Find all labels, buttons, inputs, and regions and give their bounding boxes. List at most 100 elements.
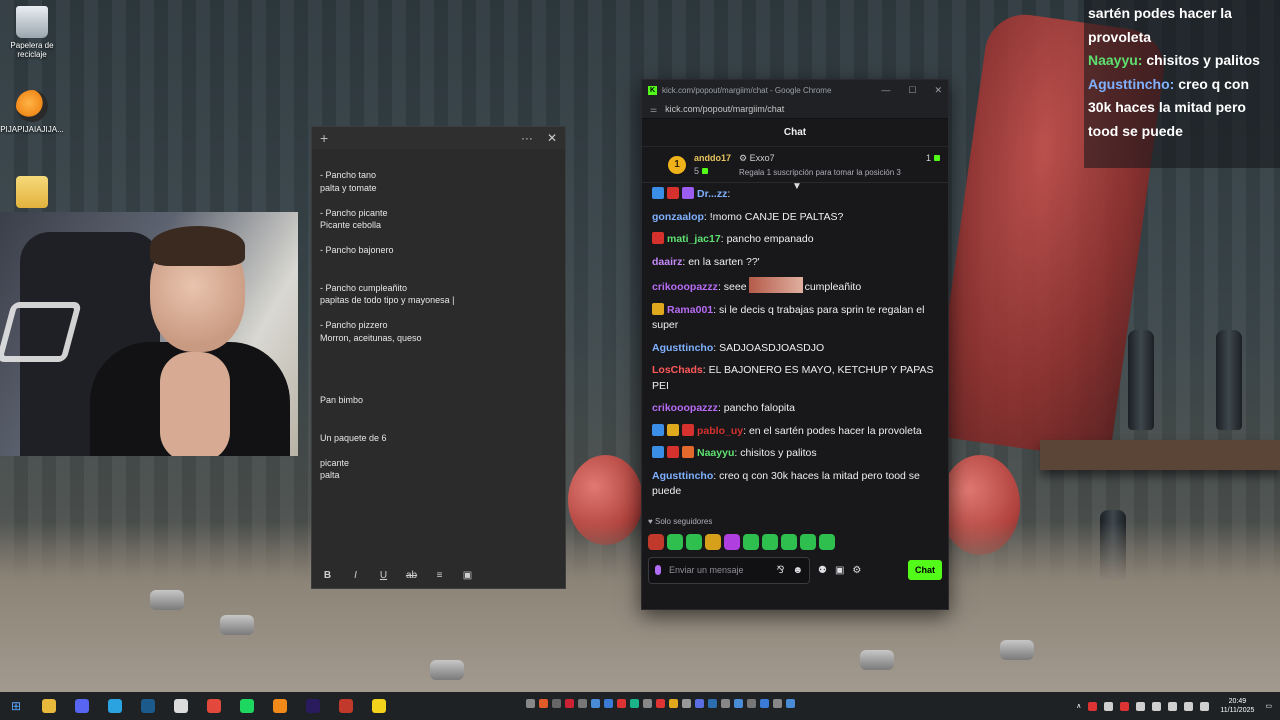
leaderboard-user[interactable]: anddo17	[694, 153, 731, 163]
more-options-icon[interactable]: ···	[521, 131, 533, 145]
sticky-note-text[interactable]: - Pancho tano palta y tomate - Pancho pica…	[312, 149, 565, 482]
emote-button[interactable]	[648, 534, 664, 550]
note-line	[320, 407, 557, 420]
notifications-icon[interactable]: ▭	[1265, 702, 1272, 710]
italic-button[interactable]: I	[349, 570, 362, 581]
leaderboard-target[interactable]: Exxo7	[750, 153, 775, 163]
note-line: Un paquete de 6	[320, 432, 387, 443]
note-line	[320, 257, 557, 270]
users-icon[interactable]: ⚉	[818, 565, 827, 576]
chat-username[interactable]: crikooopazzz	[652, 402, 718, 414]
chat-message-text: seee	[723, 281, 747, 293]
command-icon[interactable]: ⅋	[777, 565, 785, 576]
desktop-icon-recycle-bin[interactable]: Papelera de reciclaje	[0, 6, 67, 59]
display-icon[interactable]	[1200, 701, 1210, 711]
chat-username[interactable]: gonzaalop	[652, 211, 704, 223]
chat-username[interactable]: LosChads	[652, 364, 703, 376]
emote-bar	[642, 531, 948, 553]
site-info-icon[interactable]: ⚌	[650, 105, 657, 114]
chrome-window[interactable]: K kick.com/popout/margiim/chat - Google …	[641, 79, 949, 610]
emote-button[interactable]	[667, 534, 683, 550]
network-icon[interactable]	[1152, 701, 1162, 711]
chevron-up-icon[interactable]: ∧	[1076, 702, 1081, 710]
note-line: - Pancho tano	[320, 170, 377, 180]
emote-button[interactable]	[743, 534, 759, 550]
clock[interactable]: 20:49 11/11/2025	[1220, 697, 1254, 715]
chat-message-text: cumpleañito	[804, 281, 862, 293]
note-line	[320, 419, 557, 432]
chat-username[interactable]: Naayyu	[697, 447, 734, 459]
insert-image-button[interactable]: ▣	[461, 570, 474, 581]
taskbar-app-steam[interactable]	[131, 692, 164, 720]
tray-icon[interactable]	[1120, 701, 1130, 711]
settings-icon[interactable]: ⚙	[852, 565, 861, 576]
taskbar-app-file-explorer[interactable]	[32, 692, 65, 720]
chat-input[interactable]: Enviar un mensaje ⅋ ☻	[648, 556, 810, 584]
chat-composer: Enviar un mensaje ⅋ ☻ ⚉ ▣ ⚙ Chat	[642, 553, 948, 587]
fl-studio-icon	[16, 90, 48, 122]
store-icon[interactable]: ▣	[835, 565, 844, 576]
chat-username[interactable]: daairz	[652, 256, 682, 268]
emote-button[interactable]	[781, 534, 797, 550]
taskbar-app-spotify[interactable]	[230, 692, 263, 720]
close-icon[interactable]: ✕	[934, 85, 942, 96]
volume-icon[interactable]	[1168, 701, 1178, 711]
taskbar-app-chrome[interactable]	[197, 692, 230, 720]
taskbar-app-obs[interactable]	[164, 692, 197, 720]
desktop-icon-fl-studio[interactable]: PIJAPIJAIAJIJA...	[0, 90, 67, 134]
new-note-icon[interactable]: +	[320, 130, 328, 146]
taskbar-app-discord[interactable]	[65, 692, 98, 720]
chat-message-text: en el sartén podes hacer la provoleta	[748, 424, 922, 437]
chat-username[interactable]: mati_jac17	[667, 233, 721, 245]
underline-button[interactable]: U	[377, 570, 390, 581]
chrome-titlebar[interactable]: K kick.com/popout/margiim/chat - Google …	[642, 80, 948, 100]
bullet-list-button[interactable]: ≡	[433, 570, 446, 581]
sub-icon	[702, 168, 709, 174]
bold-button[interactable]: B	[321, 570, 334, 581]
minimize-icon[interactable]: —	[881, 85, 890, 96]
tray-icon[interactable]	[1104, 701, 1114, 711]
chat-username[interactable]: crikooopazzz	[652, 281, 718, 293]
note-line	[320, 269, 557, 282]
folder-icon	[16, 176, 48, 208]
maximize-icon[interactable]: ☐	[908, 85, 916, 96]
send-chat-button[interactable]: Chat	[908, 560, 942, 580]
tray-icon[interactable]	[1088, 701, 1098, 711]
chat-messages[interactable]: ▼ Dr...zz: gonzaalop: !momo CANJE DE PAL…	[642, 183, 948, 517]
chat-username[interactable]: Rama001	[667, 304, 713, 316]
desktop-icon-label: Papelera de reciclaje	[10, 41, 54, 59]
chat-username[interactable]: pablo_uy	[697, 425, 743, 437]
chat-message: mati_jac17: pancho empanado	[652, 232, 938, 248]
scroll-down-icon[interactable]: ▼	[792, 183, 802, 195]
emote-button[interactable]	[762, 534, 778, 550]
emote-button[interactable]	[705, 534, 721, 550]
user-badge-icon	[667, 423, 679, 436]
chat-username[interactable]: Dr...zz	[697, 188, 727, 200]
emote-button[interactable]	[724, 534, 740, 550]
strikethrough-button[interactable]: ab	[405, 570, 418, 581]
mic-icon[interactable]	[1184, 701, 1194, 711]
taskbar-app-telegram[interactable]	[98, 692, 131, 720]
emoji-icon[interactable]: ☻	[792, 565, 803, 576]
user-badge-icon	[682, 187, 694, 199]
chat-username[interactable]: Agusttincho	[652, 342, 713, 354]
overlay-user: Naayyu:	[1088, 52, 1143, 68]
taskbar-app-sticky-notes[interactable]	[362, 692, 395, 720]
sticky-note-titlebar[interactable]: + ··· ✕	[312, 127, 565, 149]
chat-input-placeholder[interactable]: Enviar un mensaje	[669, 565, 769, 575]
start-button[interactable]: ⊞	[0, 699, 32, 713]
tray-icon[interactable]	[1136, 701, 1146, 711]
sticky-note-window[interactable]: + ··· ✕ - Pancho tano palta y tomate - Pan…	[311, 126, 566, 589]
microphone-icon[interactable]	[655, 565, 661, 575]
user-badge-icon	[652, 232, 664, 244]
taskbar-app-premiere[interactable]	[296, 692, 329, 720]
emote-button[interactable]	[800, 534, 816, 550]
chat-username[interactable]: Agusttincho	[652, 470, 713, 482]
taskbar-app-video-app[interactable]	[329, 692, 362, 720]
url-text[interactable]: kick.com/popout/margiim/chat	[665, 104, 784, 114]
taskbar-app-fl-studio[interactable]	[263, 692, 296, 720]
emote-button[interactable]	[819, 534, 835, 550]
address-bar[interactable]: ⚌ kick.com/popout/margiim/chat	[642, 100, 948, 119]
close-icon[interactable]: ✕	[547, 131, 557, 145]
emote-button[interactable]	[686, 534, 702, 550]
